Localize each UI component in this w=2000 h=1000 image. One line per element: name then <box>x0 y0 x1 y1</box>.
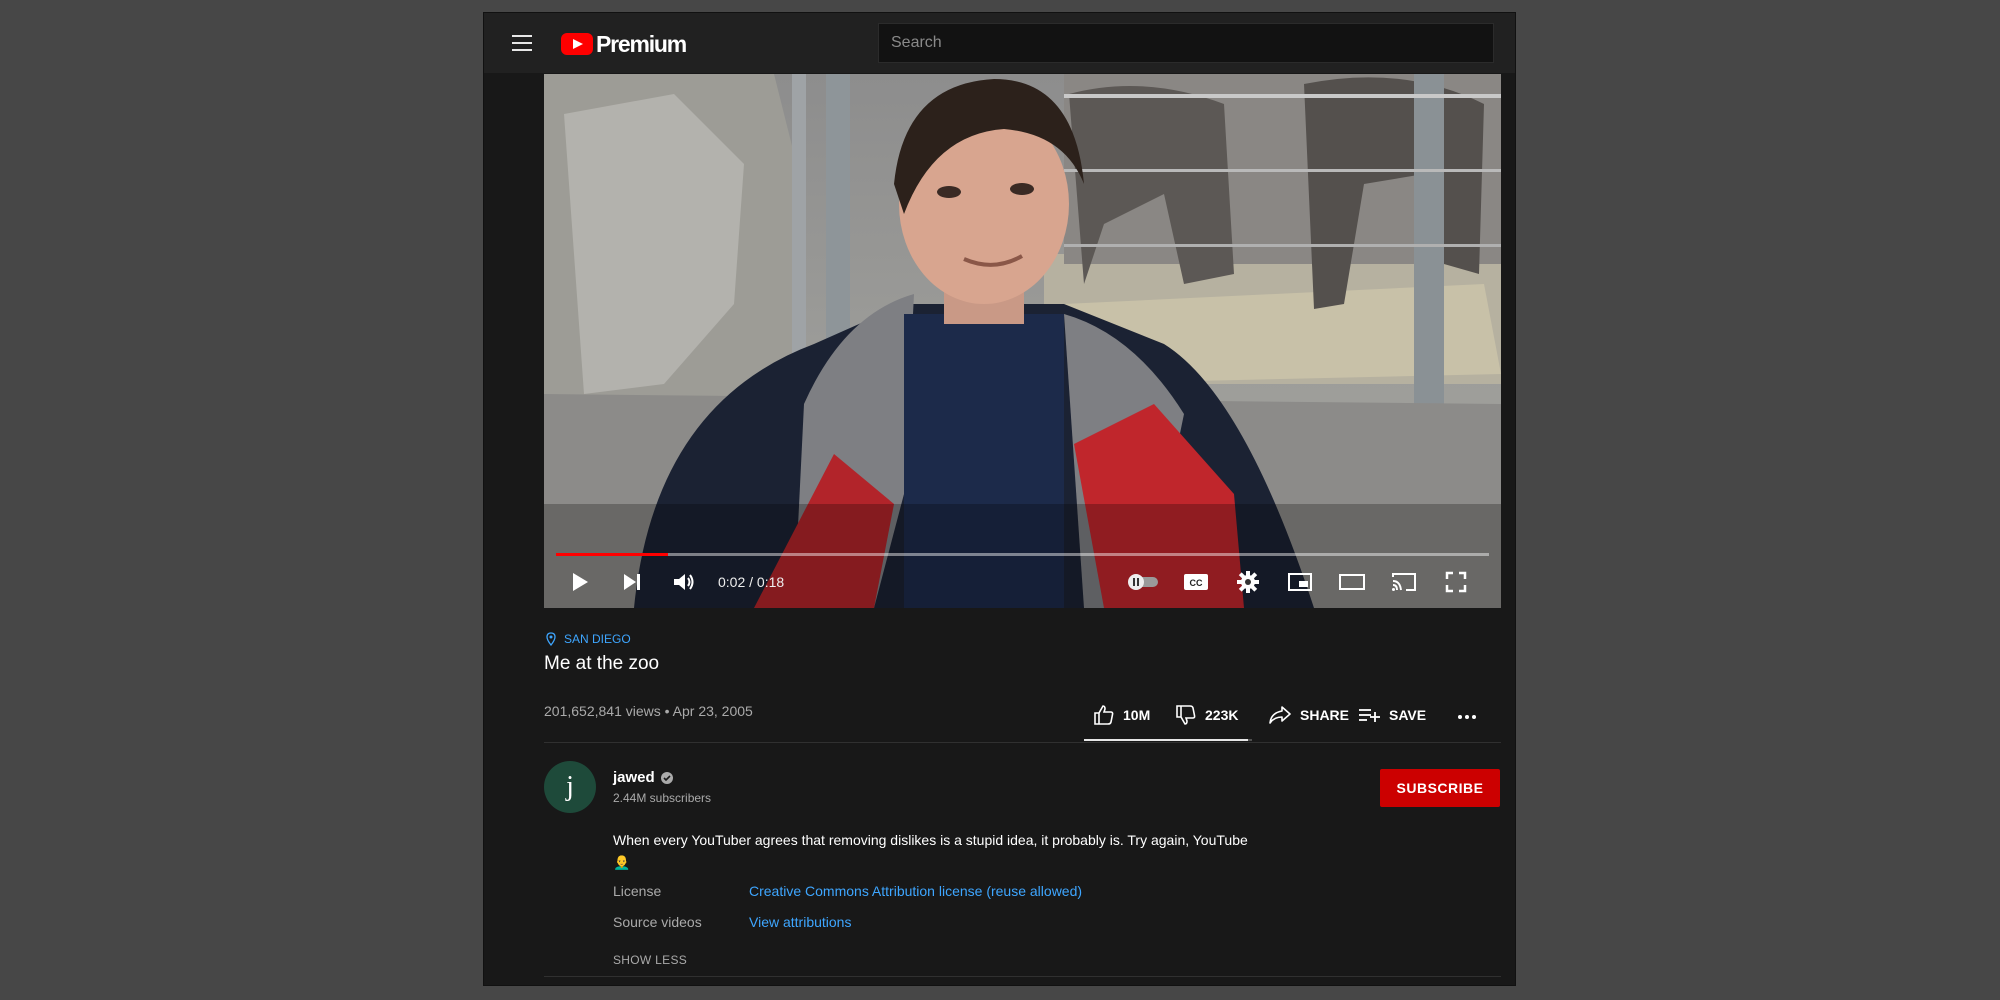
source-videos-label: Source videos <box>613 914 702 930</box>
cast-icon[interactable] <box>1386 564 1422 600</box>
show-less-button[interactable]: SHOW LESS <box>613 953 687 967</box>
theater-mode-icon[interactable] <box>1334 564 1370 600</box>
youtube-play-icon <box>561 33 593 55</box>
like-count: 10M <box>1123 707 1151 723</box>
captions-icon[interactable]: CC <box>1178 564 1214 600</box>
seek-bar[interactable] <box>556 553 1489 556</box>
subscribe-button[interactable]: SUBSCRIBE <box>1380 769 1500 807</box>
browser-window: Premium Search 0:02 / 0:18 CC SAN DIEGO … <box>483 12 1516 986</box>
save-button[interactable]: SAVE <box>1357 703 1426 727</box>
logo-text: Premium <box>596 30 687 57</box>
share-button[interactable]: SHARE <box>1268 703 1349 727</box>
video-frame <box>544 74 1501 608</box>
verified-check-icon <box>660 771 673 784</box>
dislike-button[interactable]: 223K <box>1175 703 1238 727</box>
more-actions-button[interactable] <box>1456 703 1486 727</box>
thumbs-up-icon <box>1094 705 1114 725</box>
action-bar: 201,652,841 views • Apr 23, 2005 10M 223… <box>544 631 1504 771</box>
like-button[interactable]: 10M <box>1093 703 1150 727</box>
playlist-add-icon <box>1359 709 1380 722</box>
more-horizontal-icon <box>1458 715 1476 719</box>
license-link[interactable]: Creative Commons Attribution license (re… <box>749 883 1082 899</box>
divider <box>544 976 1501 977</box>
like-ratio-fill <box>1084 739 1249 741</box>
channel-name-row[interactable]: jawed <box>613 769 674 786</box>
license-label: License <box>613 883 662 899</box>
time-display: 0:02 / 0:18 <box>718 574 785 590</box>
next-icon[interactable] <box>614 564 650 600</box>
view-attributions-link[interactable]: View attributions <box>749 914 851 930</box>
svg-text:CC: CC <box>1190 578 1203 588</box>
divider <box>544 742 1501 743</box>
thumbs-down-icon <box>1176 705 1196 725</box>
subscriber-count: 2.44M subscribers <box>613 791 712 805</box>
miniplayer-icon[interactable] <box>1282 564 1318 600</box>
video-metadata: SAN DIEGO Me at the zoo 201,652,841 view… <box>544 631 1504 741</box>
settings-gear-icon[interactable] <box>1230 564 1266 600</box>
video-player[interactable]: 0:02 / 0:18 CC <box>544 74 1501 608</box>
dislike-count: 223K <box>1205 707 1239 723</box>
share-label: SHARE <box>1300 707 1350 723</box>
top-bar: Premium <box>484 13 1515 73</box>
search-box[interactable] <box>878 23 1494 63</box>
search-input[interactable] <box>879 24 1493 62</box>
channel-avatar[interactable]: j <box>544 761 596 813</box>
youtube-premium-logo[interactable]: Premium <box>561 30 687 57</box>
player-controls: 0:02 / 0:18 CC <box>544 564 1501 604</box>
share-arrow-icon <box>1269 706 1291 724</box>
volume-icon[interactable] <box>666 564 702 600</box>
fullscreen-icon[interactable] <box>1438 564 1474 600</box>
view-count-date: 201,652,841 views • Apr 23, 2005 <box>544 703 753 719</box>
like-dislike-ratio-bar <box>1084 739 1252 741</box>
channel-name[interactable]: jawed <box>613 769 655 786</box>
save-label: SAVE <box>1389 707 1427 723</box>
seek-bar-played <box>556 553 668 556</box>
play-icon[interactable] <box>562 564 598 600</box>
autoplay-toggle[interactable] <box>1126 564 1162 600</box>
menu-icon[interactable] <box>512 35 532 51</box>
video-description: When every YouTuber agrees that removing… <box>613 832 1248 870</box>
